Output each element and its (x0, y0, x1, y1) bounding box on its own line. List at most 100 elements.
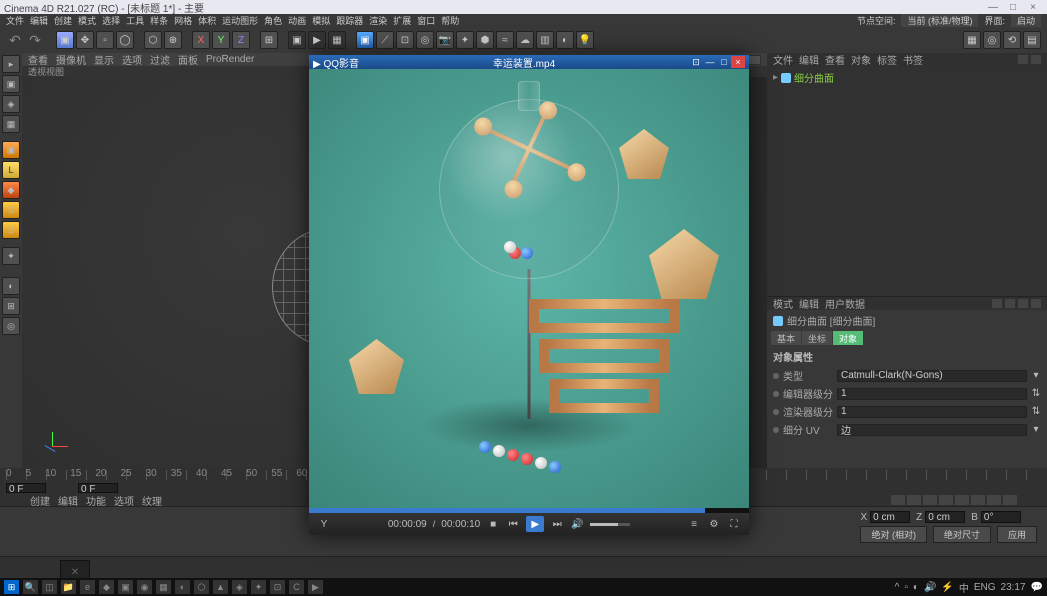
attr-back[interactable] (992, 299, 1002, 308)
menu-volume[interactable]: 体积 (198, 14, 216, 27)
model-mode[interactable]: ▣ (2, 75, 20, 93)
vp-menu-display[interactable]: 显示 (94, 52, 114, 67)
mat-menu-edit[interactable]: 编辑 (58, 493, 78, 508)
menu-tracker[interactable]: 跟踪器 (336, 14, 363, 27)
minimize-button[interactable]: — (983, 2, 1003, 13)
undo-button[interactable]: ↶ (6, 31, 24, 49)
obj-tab-edit[interactable]: 编辑 (799, 52, 819, 67)
menu-extensions[interactable]: 扩展 (393, 14, 411, 27)
playlist-icon[interactable]: ≡ (687, 517, 701, 531)
menu-simulate[interactable]: 模拟 (312, 14, 330, 27)
live-select-tool[interactable]: ▣ (56, 31, 74, 49)
filter-icon[interactable]: Y (317, 517, 331, 531)
vp-menu-options[interactable]: 选项 (122, 52, 142, 67)
menu-create[interactable]: 创建 (54, 14, 72, 27)
start-button[interactable]: ⊞ (4, 580, 19, 594)
dock-icon[interactable]: ▤ (1023, 31, 1041, 49)
qqplayer-taskbar-icon[interactable]: ▶ (308, 580, 323, 594)
play-start[interactable] (891, 495, 905, 505)
attr-tab-object[interactable]: 对象 (833, 331, 863, 345)
video-canvas[interactable] (309, 69, 749, 513)
z-axis-toggle[interactable]: Z (232, 31, 250, 49)
volume-icon[interactable]: 🔊 (570, 517, 584, 531)
app-icon[interactable]: ◐ (175, 580, 190, 594)
store-icon[interactable]: ◎ (983, 31, 1001, 49)
enable-axis[interactable]: ✦ (2, 247, 20, 265)
make-editable[interactable]: ▸ (2, 55, 20, 73)
volume-slider[interactable] (590, 523, 630, 526)
attr-up[interactable] (1018, 299, 1028, 308)
play-end[interactable] (955, 495, 969, 505)
axis-lock[interactable]: ⊕ (164, 31, 182, 49)
type-dropdown[interactable]: Catmull-Clark(N-Gons) (837, 370, 1027, 382)
coord-mode-2[interactable]: 绝对尺寸 (933, 526, 991, 543)
object-item-subdivision[interactable]: ▸细分曲面 (773, 70, 1041, 85)
menu-help[interactable]: 帮助 (441, 14, 459, 27)
close-button[interactable]: × (1023, 2, 1043, 13)
play-prev[interactable] (907, 495, 921, 505)
c4d-taskbar-icon[interactable]: C (289, 580, 304, 594)
play-icon[interactable]: ▶ (526, 516, 544, 532)
chevron-down-icon[interactable]: ▾ (1031, 424, 1041, 435)
obj-tab-file[interactable]: 文件 (773, 52, 793, 67)
player-progress[interactable] (309, 508, 749, 513)
polygon-mode[interactable]: ◆ (2, 181, 20, 199)
record-button[interactable] (971, 495, 985, 505)
menu-mesh[interactable]: 网格 (174, 14, 192, 27)
object-manager[interactable]: ▸细分曲面 (767, 66, 1047, 296)
play-next[interactable] (939, 495, 953, 505)
deformer-tool[interactable]: ≈ (496, 31, 514, 49)
ime-indicator[interactable]: 中 (959, 580, 969, 595)
app-icon[interactable]: ◆ (99, 580, 114, 594)
attr-menu-mode[interactable]: 模式 (773, 296, 793, 311)
reset-layout[interactable]: ⟲ (1003, 31, 1021, 49)
move-tool[interactable]: ✥ (76, 31, 94, 49)
play-button[interactable] (923, 495, 937, 505)
recent-tool[interactable]: ⬡ (144, 31, 162, 49)
obj-tab-objects[interactable]: 对象 (851, 52, 871, 67)
player-minimize[interactable]: — (703, 56, 717, 68)
x-input[interactable]: 0 cm (870, 511, 910, 523)
tray-chevron-icon[interactable]: ^ (895, 582, 900, 593)
fullscreen-icon[interactable]: ⛶ (727, 517, 741, 531)
obj-tab-bookmarks[interactable]: 书签 (903, 52, 923, 67)
mat-menu-func[interactable]: 功能 (86, 493, 106, 508)
vp-menu-panel[interactable]: 面板 (178, 52, 198, 67)
render-view[interactable]: ▣ (288, 31, 306, 49)
app-icon[interactable]: ◈ (232, 580, 247, 594)
attr-lock[interactable] (1031, 299, 1041, 308)
viewport-solo[interactable]: ◐ (2, 277, 20, 295)
menu-mograph[interactable]: 运动图形 (222, 14, 258, 27)
obj-tab-tags[interactable]: 标签 (877, 52, 897, 67)
timeline-start-input[interactable]: 0 F (6, 483, 46, 493)
texture-mode[interactable]: ◈ (2, 95, 20, 113)
tray-icon[interactable]: ⚡ (941, 582, 953, 593)
mat-menu-opts[interactable]: 选项 (114, 493, 134, 508)
x-axis-toggle[interactable]: X (192, 31, 210, 49)
edge-icon[interactable]: e (80, 580, 95, 594)
maximize-button[interactable]: □ (1003, 2, 1023, 13)
stop-icon[interactable]: ■ (486, 517, 500, 531)
app-icon[interactable]: ◉ (137, 580, 152, 594)
lang-indicator[interactable]: ENG (974, 582, 996, 593)
chevron-down-icon[interactable]: ▾ (1031, 370, 1041, 381)
menu-animate[interactable]: 动画 (288, 14, 306, 27)
menu-tools[interactable]: 工具 (126, 14, 144, 27)
tray-icon[interactable]: ▫ (904, 582, 908, 593)
menu-window[interactable]: 窗口 (417, 14, 435, 27)
explorer-icon[interactable]: 📁 (61, 580, 76, 594)
z-input[interactable]: 0 cm (925, 511, 965, 523)
search-icon[interactable]: 🔍 (23, 580, 38, 594)
coord-system[interactable]: ⊞ (260, 31, 278, 49)
stepper-icon[interactable]: ⇅ (1031, 406, 1041, 417)
menu-mode[interactable]: 模式 (78, 14, 96, 27)
clock[interactable]: 23:17 (1001, 582, 1026, 593)
light-tool[interactable]: ✦ (456, 31, 474, 49)
search-icon[interactable] (1018, 55, 1028, 64)
apply-button[interactable]: 应用 (997, 526, 1037, 543)
attr-tab-coord[interactable]: 坐标 (802, 331, 832, 345)
vp-nav-4[interactable] (747, 55, 761, 65)
uv-mode[interactable]: S (2, 221, 20, 239)
app-icon[interactable]: ▲ (213, 580, 228, 594)
mat-menu-create[interactable]: 创建 (30, 493, 50, 508)
